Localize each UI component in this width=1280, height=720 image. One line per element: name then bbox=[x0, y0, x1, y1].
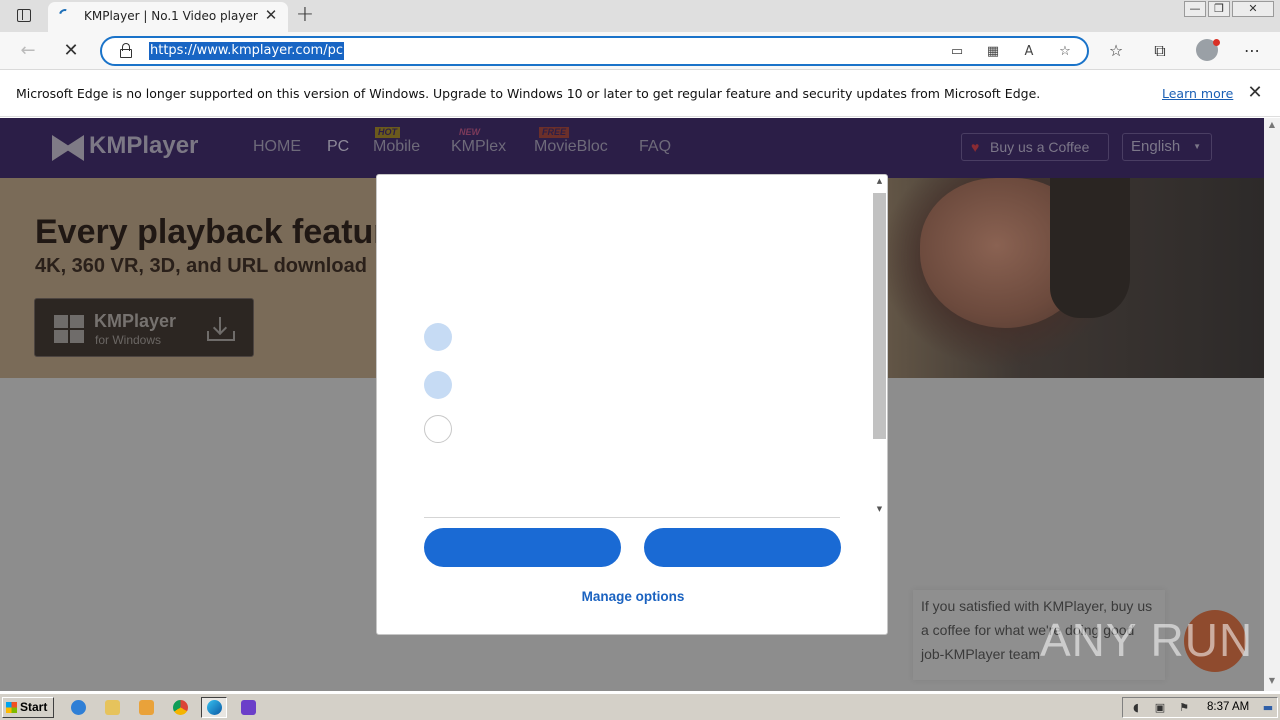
chrome-icon[interactable] bbox=[167, 697, 193, 718]
download-subtitle: for Windows bbox=[95, 333, 162, 347]
browser-tab[interactable]: KMPlayer | No.1 Video player for ✕ bbox=[48, 2, 288, 32]
add-favorite-icon[interactable]: ☆ bbox=[1055, 42, 1075, 62]
consent-option-radio-3[interactable] bbox=[424, 415, 452, 443]
hero-subtitle: 4K, 360 VR, 3D, and URL download bbox=[35, 255, 367, 277]
consent-dialog: ▲ ▼ Manage options bbox=[376, 174, 888, 635]
consent-option-radio-2[interactable] bbox=[424, 371, 452, 399]
scrollbar-thumb[interactable] bbox=[873, 193, 886, 439]
consent-option-radio-1[interactable] bbox=[424, 323, 452, 351]
new-tab-button[interactable]: + bbox=[293, 4, 317, 28]
ie-icon[interactable] bbox=[65, 697, 91, 718]
download-windows-button[interactable]: KMPlayer for Windows bbox=[34, 298, 254, 357]
kmplayer-icon[interactable] bbox=[235, 697, 261, 718]
anyrun-watermark: ANY RUN bbox=[1040, 613, 1253, 667]
media-player-icon[interactable] bbox=[133, 697, 159, 718]
back-arrow-icon[interactable]: ← bbox=[15, 38, 41, 64]
tab-actions-icon[interactable] bbox=[10, 6, 38, 26]
consent-secondary-button[interactable] bbox=[644, 528, 841, 567]
nav-mobile[interactable]: Mobile bbox=[373, 138, 420, 156]
learn-more-link[interactable]: Learn more bbox=[1162, 86, 1233, 101]
browser-titlebar: KMPlayer | No.1 Video player for ✕ + — ❐… bbox=[0, 0, 1280, 32]
scroll-down-icon[interactable]: ▼ bbox=[873, 505, 886, 517]
volume-icon[interactable]: ◖ bbox=[1129, 701, 1143, 715]
explorer-icon[interactable] bbox=[99, 697, 125, 718]
collections-icon[interactable]: ⧉ bbox=[1147, 38, 1173, 64]
dialog-scrollbar[interactable]: ▲ ▼ bbox=[873, 177, 887, 517]
restore-button[interactable]: ❐ bbox=[1208, 1, 1230, 17]
hero-title: Every playback feature bbox=[35, 213, 406, 251]
tab-title: KMPlayer | No.1 Video player for bbox=[84, 9, 260, 23]
download-title: KMPlayer bbox=[94, 311, 177, 331]
tab-close-icon[interactable]: ✕ bbox=[262, 6, 280, 24]
scroll-up-icon[interactable]: ▲ bbox=[873, 177, 886, 189]
show-desktop-icon[interactable]: ▬ bbox=[1261, 701, 1275, 715]
system-tray: ◖ ▣ ⚑ 8:37 AM ▬ bbox=[1122, 697, 1278, 718]
nav-home[interactable]: HOME bbox=[253, 138, 301, 156]
page-scrollbar[interactable]: ▲ ▼ bbox=[1264, 118, 1280, 691]
buy-coffee-label: Buy us a Coffee bbox=[990, 139, 1090, 155]
lock-icon[interactable] bbox=[119, 43, 133, 59]
kmplayer-logo-icon bbox=[52, 135, 84, 161]
dialog-divider bbox=[424, 517, 840, 518]
nav-moviebloc[interactable]: MovieBloc bbox=[534, 138, 608, 156]
consent-primary-button[interactable] bbox=[424, 528, 621, 567]
windows-logo-icon bbox=[54, 315, 85, 343]
extensions-grid-icon[interactable]: ▦ bbox=[983, 42, 1003, 62]
infobar-close-icon[interactable]: ✕ bbox=[1245, 83, 1265, 103]
nav-faq[interactable]: FAQ bbox=[639, 138, 671, 156]
manage-options-link[interactable]: Manage options bbox=[377, 589, 889, 604]
nav-pc[interactable]: PC bbox=[327, 138, 349, 156]
hot-badge: HOT bbox=[375, 127, 400, 138]
scroll-down-icon[interactable]: ▼ bbox=[1264, 676, 1280, 688]
new-badge: NEW bbox=[459, 127, 480, 137]
url-text[interactable]: https://www.kmplayer.com/pc bbox=[149, 42, 344, 60]
language-select[interactable]: English ▼ bbox=[1122, 133, 1212, 161]
chevron-down-icon: ▼ bbox=[1193, 142, 1201, 151]
minimize-button[interactable]: — bbox=[1184, 1, 1206, 17]
scroll-up-icon[interactable]: ▲ bbox=[1264, 120, 1280, 132]
address-bar[interactable]: https://www.kmplayer.com/pc ▭ ▦ A ☆ bbox=[100, 36, 1089, 66]
app-available-icon[interactable]: ▭ bbox=[947, 42, 967, 62]
windows-taskbar: Start ◖ ▣ ⚑ 8:37 AM ▬ bbox=[0, 693, 1280, 720]
language-value: English bbox=[1131, 138, 1181, 155]
browser-toolbar: ← ✕ https://www.kmplayer.com/pc ▭ ▦ A ☆ … bbox=[0, 32, 1280, 70]
site-header: KMPlayer HOME PC HOT Mobile NEW KMPlex F… bbox=[0, 118, 1264, 178]
edge-icon[interactable] bbox=[201, 697, 227, 718]
logo-text: KMPlayer bbox=[89, 132, 199, 159]
close-window-button[interactable]: ✕ bbox=[1232, 1, 1274, 17]
stop-loading-icon[interactable]: ✕ bbox=[58, 38, 84, 64]
hero-person-hair bbox=[1050, 178, 1130, 318]
profile-avatar[interactable] bbox=[1196, 39, 1220, 61]
free-badge: FREE bbox=[539, 127, 570, 138]
clock[interactable]: 8:37 AM bbox=[1207, 701, 1249, 713]
buy-coffee-button[interactable]: ♥ Buy us a Coffee bbox=[961, 133, 1109, 161]
favorites-icon[interactable]: ☆ bbox=[1103, 38, 1129, 64]
loading-spinner-icon bbox=[56, 6, 74, 24]
more-menu-icon[interactable]: ⋯ bbox=[1239, 38, 1265, 64]
heart-icon: ♥ bbox=[971, 139, 980, 155]
start-button[interactable]: Start bbox=[2, 697, 54, 718]
watermark-text: ANY RUN bbox=[1040, 614, 1254, 666]
read-aloud-icon[interactable]: A bbox=[1019, 42, 1039, 62]
unsupported-os-infobar: Microsoft Edge is no longer supported on… bbox=[0, 71, 1280, 117]
nav-kmplex[interactable]: KMPlex bbox=[451, 138, 506, 156]
infobar-message: Microsoft Edge is no longer supported on… bbox=[16, 86, 1041, 101]
network-icon[interactable]: ▣ bbox=[1153, 701, 1167, 715]
download-icon bbox=[207, 317, 235, 341]
flag-icon[interactable]: ⚑ bbox=[1177, 701, 1191, 715]
